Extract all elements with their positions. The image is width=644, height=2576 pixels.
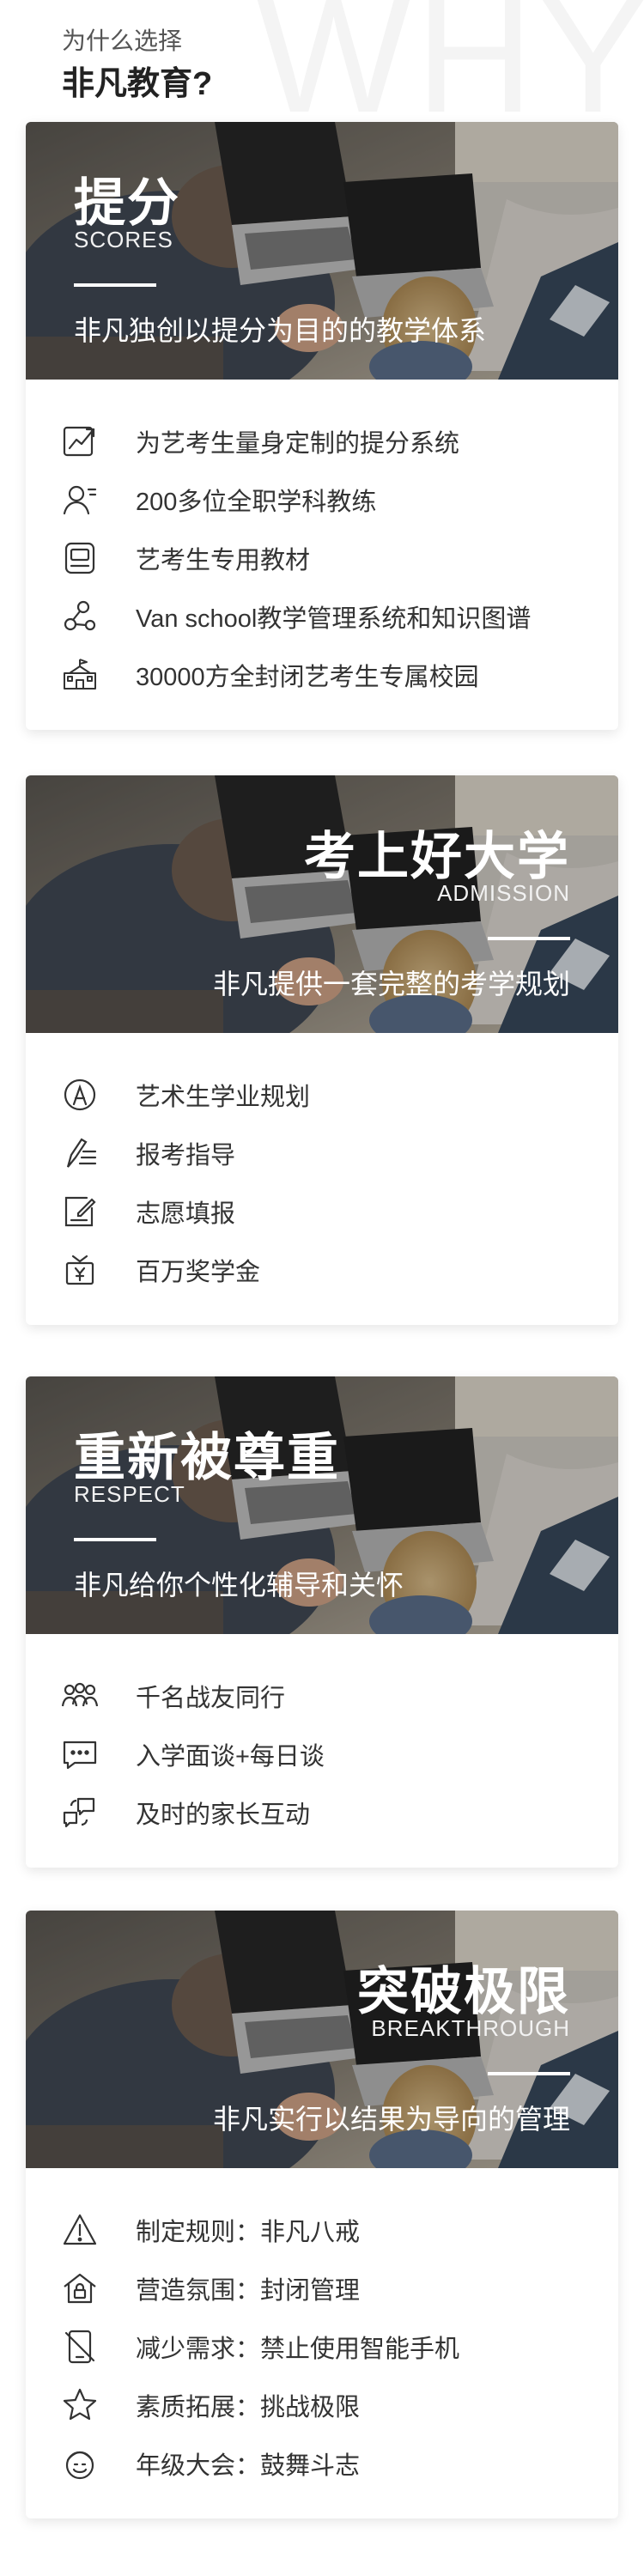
list-item: Van school教学管理系统和知识图谱 — [26, 587, 618, 646]
feature-card-breakthrough: 突破极限 BREAKTHROUGH 非凡实行以结果为导向的管理 制定规则：非凡八… — [26, 1911, 618, 2518]
hero-divider — [74, 283, 156, 287]
feature-list: 制定规则：非凡八戒 营造氛围：封闭管理 减少需求：禁止使用智能手机 素质拓展：挑… — [26, 2168, 618, 2518]
feature-list: 艺术生学业规划 报考指导 志愿填报 百万奖学金 — [26, 1033, 618, 1325]
list-item: 及时的家长互动 — [26, 1783, 618, 1842]
hero-title: 考上好大学 — [304, 828, 570, 885]
feature-card-respect: 重新被尊重 RESPECT 非凡给你个性化辅导和关怀 千名战友同行 入学面谈+每… — [26, 1376, 618, 1868]
home-lock-icon — [60, 2269, 100, 2308]
money-bag-icon — [60, 1250, 100, 1290]
list-item: 报考指导 — [26, 1124, 618, 1182]
no-phone-icon — [60, 2327, 100, 2366]
list-item: 年级大会：鼓舞斗志 — [26, 2434, 618, 2493]
hero-description: 非凡给你个性化辅导和关怀 — [74, 1570, 404, 1601]
list-item: 志愿填报 — [26, 1182, 618, 1241]
list-item-text: 素质拓展：挑战极限 — [136, 2394, 361, 2421]
exchange-icon — [60, 1793, 100, 1832]
list-item-text: 百万奖学金 — [136, 1259, 261, 1286]
hero-title: 突破极限 — [357, 1963, 570, 2020]
hero-banner: 重新被尊重 RESPECT 非凡给你个性化辅导和关怀 — [26, 1376, 618, 1634]
school-building-icon — [60, 655, 100, 695]
hero-divider — [488, 2072, 570, 2075]
list-item: 减少需求：禁止使用智能手机 — [26, 2318, 618, 2376]
book-icon — [60, 538, 100, 578]
list-item: 为艺考生量身定制的提分系统 — [26, 412, 618, 471]
list-item-text: 减少需求：禁止使用智能手机 — [136, 2336, 460, 2363]
hero-banner: 突破极限 BREAKTHROUGH 非凡实行以结果为导向的管理 — [26, 1911, 618, 2168]
list-item: 200多位全职学科教练 — [26, 471, 618, 529]
list-item-text: 千名战友同行 — [136, 1685, 286, 1712]
star-icon — [60, 2385, 100, 2425]
hero-title-en: ADMISSION — [437, 880, 570, 906]
hero-description: 非凡独创以提分为目的的教学体系 — [74, 315, 487, 346]
network-icon — [60, 597, 100, 636]
list-item-text: 年级大会：鼓舞斗志 — [136, 2452, 361, 2480]
list-item: 制定规则：非凡八戒 — [26, 2201, 618, 2259]
hero-description: 非凡实行以结果为导向的管理 — [212, 2104, 570, 2135]
chat-bubble-icon — [60, 1735, 100, 1774]
list-item: 素质拓展：挑战极限 — [26, 2376, 618, 2434]
list-item-text: 入学面谈+每日谈 — [136, 1743, 325, 1771]
hero-title: 重新被尊重 — [74, 1429, 340, 1486]
feature-card-admission: 考上好大学 ADMISSION 非凡提供一套完整的考学规划 艺术生学业规划 报考… — [26, 775, 618, 1325]
group-icon — [60, 1676, 100, 1716]
guide-pen-icon — [60, 1133, 100, 1173]
hero-banner: 考上好大学 ADMISSION 非凡提供一套完整的考学规划 — [26, 775, 618, 1033]
list-item-text: 及时的家长互动 — [136, 1801, 311, 1829]
list-item: 艺考生专用教材 — [26, 529, 618, 587]
header-subtitle: 为什么选择 — [62, 27, 183, 54]
list-item-text: 艺术生学业规划 — [136, 1084, 311, 1111]
feature-list: 千名战友同行 入学面谈+每日谈 及时的家长互动 — [26, 1634, 618, 1868]
hero-divider — [488, 937, 570, 940]
list-item-text: 营造氛围：封闭管理 — [136, 2277, 361, 2305]
feature-list: 为艺考生量身定制的提分系统 200多位全职学科教练 艺考生专用教材 Van sc… — [26, 380, 618, 730]
list-item-text: 报考指导 — [136, 1142, 236, 1170]
teacher-icon — [60, 480, 100, 519]
page-title: 非凡教育? — [62, 66, 213, 102]
list-item-text: 为艺考生量身定制的提分系统 — [136, 430, 460, 458]
list-item-text: 志愿填报 — [136, 1200, 236, 1228]
list-item: 百万奖学金 — [26, 1241, 618, 1299]
warning-icon — [60, 2210, 100, 2250]
hero-title: 提分 — [74, 174, 180, 232]
list-item-text: 制定规则：非凡八戒 — [136, 2219, 361, 2246]
hero-description: 非凡提供一套完整的考学规划 — [212, 969, 570, 999]
form-edit-icon — [60, 1192, 100, 1231]
page-header: WHY 为什么选择 非凡教育? — [0, 0, 644, 120]
list-item: 艺术生学业规划 — [26, 1066, 618, 1124]
list-item-text: 30000方全封闭艺考生专属校园 — [136, 664, 479, 691]
list-item-text: 200多位全职学科教练 — [136, 489, 377, 516]
list-item: 营造氛围：封闭管理 — [26, 2259, 618, 2318]
list-item: 30000方全封闭艺考生专属校园 — [26, 646, 618, 704]
hero-title-en: BREAKTHROUGH — [371, 2015, 570, 2041]
compass-icon — [60, 1075, 100, 1115]
feature-card-scores: 提分 SCORES 非凡独创以提分为目的的教学体系 为艺考生量身定制的提分系统 … — [26, 122, 618, 730]
hero-title-en: RESPECT — [74, 1481, 185, 1507]
hero-banner: 提分 SCORES 非凡独创以提分为目的的教学体系 — [26, 122, 618, 380]
watermark-text: WHY — [256, 0, 644, 120]
cheer-face-icon — [60, 2444, 100, 2483]
list-item-text: 艺考生专用教材 — [136, 547, 311, 574]
list-item-text: Van school教学管理系统和知识图谱 — [136, 605, 532, 633]
hero-title-en: SCORES — [74, 227, 173, 252]
hero-divider — [74, 1538, 156, 1541]
trend-chart-icon — [60, 422, 100, 461]
list-item: 千名战友同行 — [26, 1667, 618, 1725]
list-item: 入学面谈+每日谈 — [26, 1725, 618, 1783]
